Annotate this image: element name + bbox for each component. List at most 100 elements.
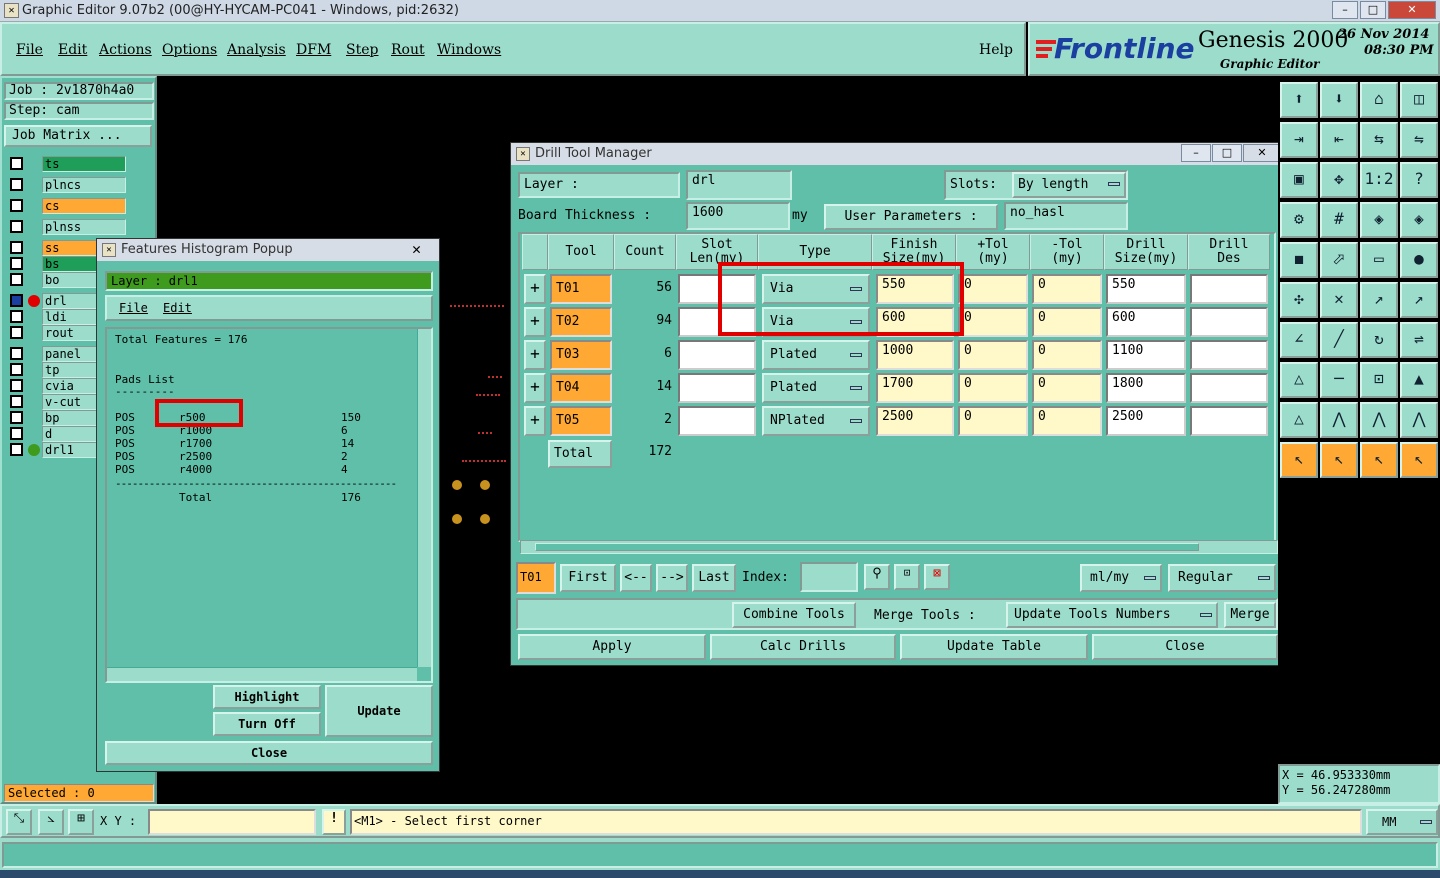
plus-tol-field[interactable]: 0	[958, 274, 1028, 304]
arc-icon[interactable]: ↻	[1360, 322, 1398, 358]
cursor-multi-icon[interactable]: ↖	[1400, 442, 1438, 478]
camera-icon[interactable]: ◼	[1280, 242, 1318, 278]
user-parameters-button[interactable]: User Parameters :	[824, 204, 998, 230]
horizontal-scrollbar[interactable]	[107, 667, 417, 681]
menu-file[interactable]: File	[16, 42, 43, 58]
box-move-icon[interactable]: ▣	[1280, 162, 1318, 198]
fit-icon[interactable]: ⊡	[1360, 362, 1398, 398]
plus-tol-field[interactable]: 0	[958, 373, 1028, 403]
page-down-icon[interactable]: ⬇	[1320, 82, 1358, 118]
layer-checkbox[interactable]	[10, 411, 23, 424]
layer-checkbox[interactable]	[10, 157, 23, 170]
drill-des-field[interactable]	[1190, 307, 1268, 337]
finish-size-field[interactable]: 1000	[876, 340, 954, 370]
units-selector[interactable]: MM	[1366, 809, 1438, 835]
vertical-scrollbar[interactable]	[417, 329, 431, 667]
job-matrix-button[interactable]: Job Matrix ...	[4, 125, 152, 147]
expand-tool-icon[interactable]: +	[524, 340, 546, 370]
layer-checkbox[interactable]	[10, 427, 23, 440]
maximize-button[interactable]: □	[1360, 1, 1386, 19]
arrow-fill-icon[interactable]: ⋀	[1400, 402, 1438, 438]
prev-button[interactable]: <--	[620, 564, 652, 592]
angle-icon[interactable]: ∠	[1280, 322, 1318, 358]
layer-checkbox[interactable]	[10, 241, 23, 254]
menu-rout[interactable]: Rout	[391, 42, 425, 58]
compare-icon[interactable]: ⇆	[1360, 122, 1398, 158]
slot-length-field[interactable]	[678, 340, 756, 370]
layer-checkbox[interactable]	[10, 294, 23, 307]
drill-maximize-button[interactable]: □	[1212, 144, 1242, 162]
cursor-icon[interactable]: ↖	[1280, 442, 1318, 478]
zoom-area-icon[interactable]: ⊡	[894, 564, 920, 590]
add-line-alt-icon[interactable]: ↗	[1400, 282, 1438, 318]
histogram-menu-file[interactable]: File	[119, 301, 148, 315]
plus-tol-field[interactable]: 0	[958, 307, 1028, 337]
drill-minimize-button[interactable]: –	[1181, 144, 1211, 162]
cursor-red-icon[interactable]: ↖	[1360, 442, 1398, 478]
ruler-icon[interactable]: ▭	[1360, 242, 1398, 278]
grid-icon[interactable]: ⊞	[68, 809, 94, 835]
grid-icon[interactable]: #	[1320, 202, 1358, 238]
layer-checkbox[interactable]	[10, 395, 23, 408]
merge-button[interactable]: Merge	[1224, 602, 1276, 628]
layer-checkbox[interactable]	[10, 220, 23, 233]
drill-size-field[interactable]: 600	[1106, 307, 1186, 337]
layer-row-ts[interactable]: ts	[8, 156, 126, 172]
slot-length-field[interactable]	[678, 406, 756, 436]
line-icon[interactable]: ⬀	[1320, 242, 1358, 278]
update-button[interactable]: Update	[325, 685, 433, 737]
expand-tool-icon[interactable]: +	[524, 406, 546, 436]
highlight-button[interactable]: Highlight	[213, 685, 321, 709]
minus-tol-field[interactable]: 0	[1032, 406, 1102, 436]
layer-checkbox[interactable]	[10, 257, 23, 270]
menu-actions[interactable]: Actions	[99, 42, 152, 58]
arrow-up-icon[interactable]: ⋀	[1320, 402, 1358, 438]
expand-tool-icon[interactable]: +	[524, 274, 546, 304]
first-button[interactable]: First	[560, 564, 616, 592]
snap-red-icon[interactable]: ◈	[1360, 202, 1398, 238]
magnify-icon[interactable]: ⚲	[864, 564, 890, 590]
units-dropdown[interactable]: ml/my	[1080, 564, 1162, 592]
drill-size-field[interactable]: 550	[1106, 274, 1186, 304]
home-icon[interactable]: ⌂	[1360, 82, 1398, 118]
alert-icon[interactable]: !	[322, 809, 346, 835]
split-line-icon[interactable]: ─	[1320, 362, 1358, 398]
apply-button[interactable]: Apply	[518, 634, 706, 660]
layer-row-cs[interactable]: cs	[8, 198, 126, 214]
calc-drills-button[interactable]: Calc Drills	[710, 634, 896, 660]
snap-alt-icon[interactable]: ◈	[1400, 202, 1438, 238]
arc-tool-icon[interactable]: △	[1280, 402, 1318, 438]
clear-icon[interactable]: ⊠	[924, 564, 950, 590]
cursor-box-icon[interactable]: ↖	[1320, 442, 1358, 478]
combine-tools-button[interactable]: Combine Tools	[732, 602, 856, 628]
layer-checkbox[interactable]	[10, 347, 23, 360]
expand-tool-icon[interactable]: +	[524, 307, 546, 337]
menu-help[interactable]: Help	[979, 42, 1013, 58]
next-button[interactable]: -->	[656, 564, 688, 592]
layer-checkbox[interactable]	[10, 379, 23, 392]
flip-icon[interactable]: ⇋	[1400, 122, 1438, 158]
minimize-button[interactable]: –	[1332, 1, 1358, 19]
settings-icon[interactable]: ⚙	[1280, 202, 1318, 238]
polygon-icon[interactable]: △	[1280, 362, 1318, 398]
zoom-box-icon[interactable]: ⤡	[6, 809, 32, 835]
layer-checkbox[interactable]	[10, 443, 23, 456]
drill-des-field[interactable]	[1190, 373, 1268, 403]
menu-windows[interactable]: Windows	[437, 42, 501, 58]
finish-size-field[interactable]: 1700	[876, 373, 954, 403]
turn-off-button[interactable]: Turn Off	[213, 712, 321, 736]
arrow-up-red-icon[interactable]: ⋀	[1360, 402, 1398, 438]
layer-checkbox[interactable]	[10, 199, 23, 212]
layer-checkbox[interactable]	[10, 363, 23, 376]
tool-type-dropdown[interactable]: NPlated	[762, 406, 870, 436]
histogram-close-icon[interactable]: ✕	[412, 240, 421, 258]
shapes-icon[interactable]: ▲	[1400, 362, 1438, 398]
menu-options[interactable]: Options	[162, 42, 217, 58]
minus-tol-field[interactable]: 0	[1032, 373, 1102, 403]
minus-tol-field[interactable]: 0	[1032, 307, 1102, 337]
layer-field[interactable]: drl	[686, 170, 792, 200]
layer-checkbox[interactable]	[10, 273, 23, 286]
mode-dropdown[interactable]: Regular	[1168, 564, 1276, 592]
drill-size-field[interactable]: 1100	[1106, 340, 1186, 370]
finish-size-field[interactable]: 2500	[876, 406, 954, 436]
